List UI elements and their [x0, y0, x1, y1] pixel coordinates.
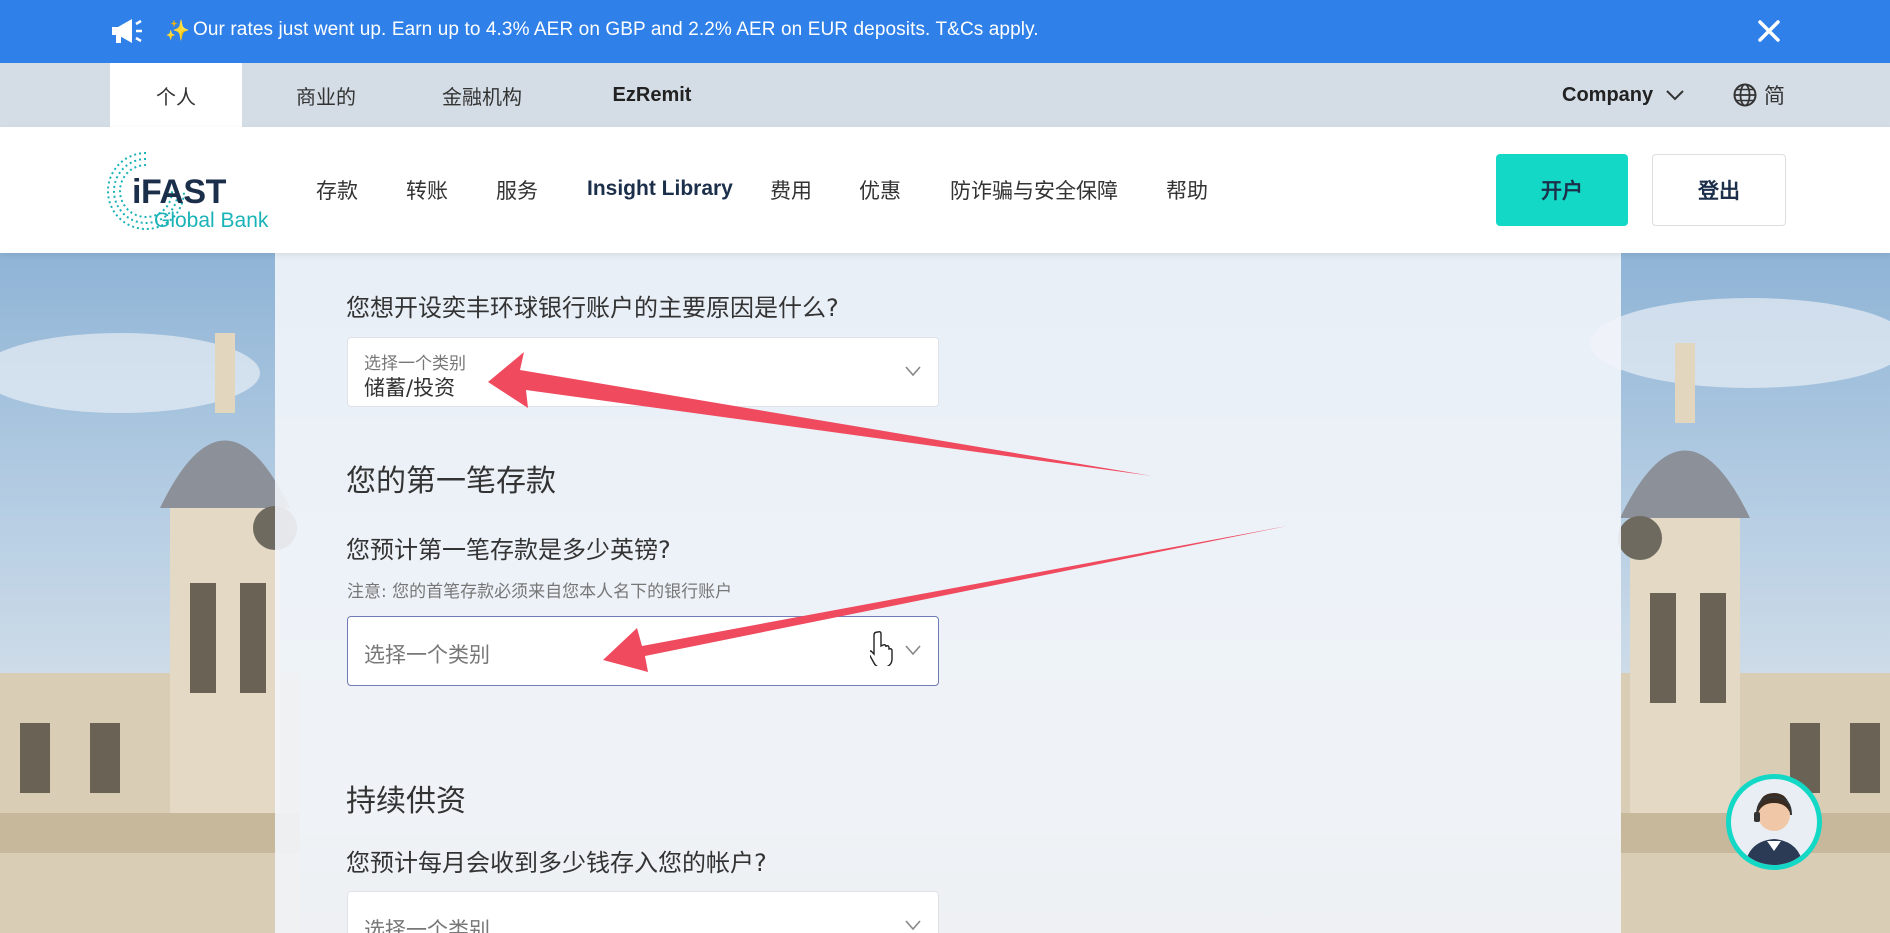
question-first-deposit: 您预计第一笔存款是多少英镑? — [346, 536, 671, 564]
main-reason-select[interactable]: 选择一个类别 储蓄/投资 — [347, 337, 939, 407]
segment-tab-ezremit[interactable]: EzRemit — [596, 63, 708, 127]
section-ongoing-funding: 持续供资 — [346, 784, 466, 819]
nav-services[interactable]: 服务 — [496, 175, 538, 205]
ifast-logo[interactable]: iFAST Global Bank — [106, 145, 286, 237]
announcement-message: Our rates just went up. Earn up to 4.3% … — [193, 19, 1039, 40]
application-form: 您想开设奕丰环球银行账户的主要原因是什么? 选择一个类别 储蓄/投资 您的第一笔… — [275, 253, 1621, 933]
select-floating-label: 选择一个类别 — [364, 354, 466, 374]
segment-tab-personal[interactable]: 个人 — [110, 63, 242, 127]
logout-button[interactable]: 登出 — [1652, 154, 1786, 226]
first-deposit-select[interactable]: 选择一个类别 — [347, 616, 939, 686]
nav-transfers[interactable]: 转账 — [406, 175, 448, 205]
nav-deposits[interactable]: 存款 — [316, 175, 358, 205]
hand-cursor-icon — [870, 631, 893, 666]
language-label: 简 — [1764, 84, 1785, 108]
support-agent-icon — [1745, 793, 1803, 865]
logo-subtext: Global Bank — [154, 209, 269, 232]
logo-text: iFAST — [132, 173, 226, 211]
announcement-bar: ✨ Our rates just went up. Earn up to 4.3… — [0, 0, 1890, 63]
sparkle-icon: ✨ — [165, 18, 190, 42]
first-deposit-note: 注意: 您的首笔存款必须来自您本人名下的银行账户 — [347, 582, 733, 602]
language-switcher[interactable]: 简 — [1732, 63, 1785, 127]
megaphone-icon — [112, 19, 142, 43]
segment-tab-business[interactable]: 商业的 — [266, 63, 386, 127]
globe-icon — [1733, 83, 1757, 107]
open-account-button[interactable]: 开户 — [1496, 154, 1628, 226]
close-icon[interactable] — [1752, 14, 1786, 48]
nav-offers[interactable]: 优惠 — [859, 175, 901, 205]
chevron-down-icon — [905, 366, 921, 377]
segment-tab-financial-institutions[interactable]: 金融机构 — [420, 63, 544, 127]
chevron-down-icon — [905, 920, 921, 931]
select-value: 储蓄/投资 — [364, 376, 456, 400]
monthly-funding-select[interactable]: 选择一个类别 — [347, 891, 939, 933]
chevron-down-icon — [905, 645, 921, 656]
company-label: Company — [1562, 83, 1654, 106]
company-dropdown[interactable]: Company — [1562, 63, 1685, 127]
nav-fees[interactable]: 费用 — [770, 175, 812, 205]
chevron-down-icon — [1666, 90, 1684, 101]
chat-agent-avatar[interactable] — [1726, 774, 1822, 870]
question-monthly-funding: 您预计每月会收到多少钱存入您的帐户? — [346, 849, 767, 877]
select-placeholder: 选择一个类别 — [364, 643, 490, 667]
nav-insight-library[interactable]: Insight Library — [587, 177, 733, 201]
select-placeholder: 选择一个类别 — [364, 918, 490, 933]
section-first-deposit: 您的第一笔存款 — [346, 464, 556, 499]
segment-bar: 个人 商业的 金融机构 EzRemit Company 简 — [0, 63, 1890, 127]
main-header: iFAST Global Bank 存款 转账 服务 Insight Libra… — [0, 127, 1890, 253]
nav-help[interactable]: 帮助 — [1166, 175, 1208, 205]
question-main-reason: 您想开设奕丰环球银行账户的主要原因是什么? — [346, 294, 839, 322]
nav-fraud-security[interactable]: 防诈骗与安全保障 — [950, 175, 1118, 205]
